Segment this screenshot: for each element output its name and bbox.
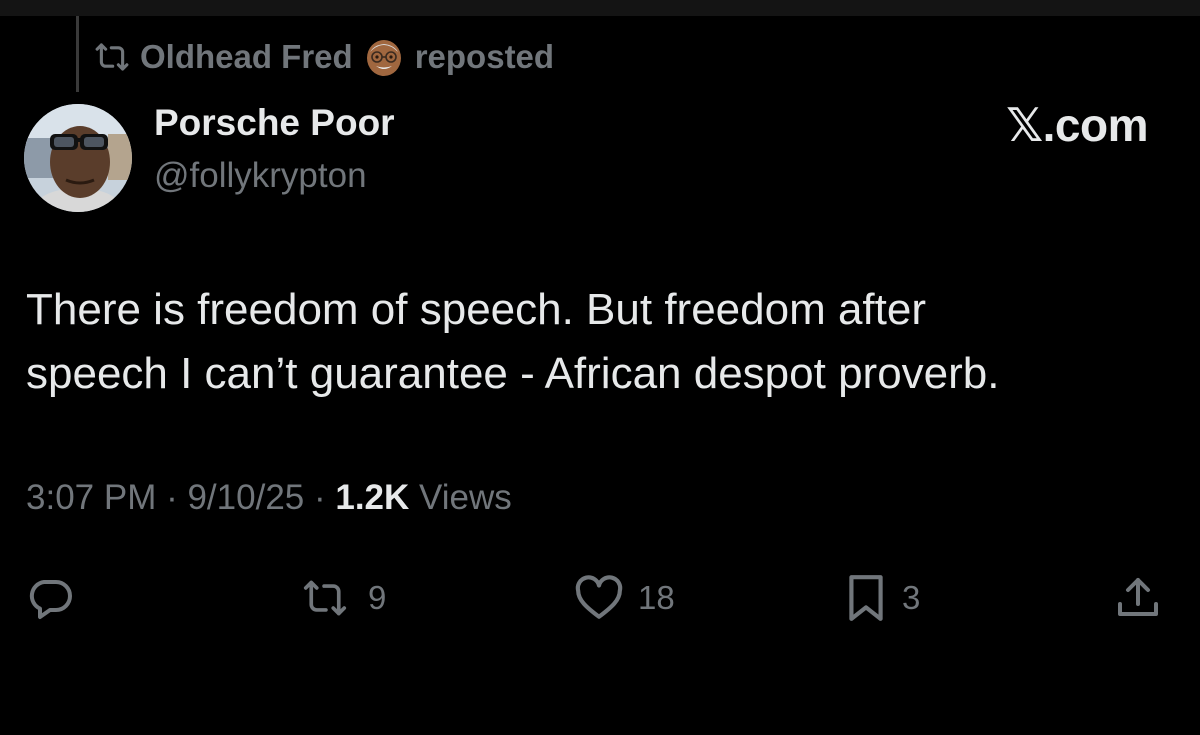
repost-icon	[296, 576, 354, 620]
tweet-text-line: There is freedom of speech. But freedom …	[26, 285, 927, 334]
repost-count: 9	[368, 579, 387, 616]
tweet-text-line: speech I can’t guarantee - African despo…	[26, 349, 1000, 398]
share-button[interactable]	[1114, 570, 1162, 626]
author-display-name[interactable]: Porsche Poor	[154, 102, 395, 144]
bookmark-button[interactable]: 3	[844, 570, 920, 626]
bookmark-count: 3	[902, 579, 921, 616]
tweet-meta: 3:07 PM · 9/10/25 · 1.2K Views	[26, 478, 512, 518]
tweet-action-bar: 9 18 3	[0, 570, 1200, 626]
repost-indicator[interactable]: Oldhead Fred reposted	[92, 36, 554, 78]
repost-button[interactable]: 9	[296, 570, 386, 626]
bookmark-icon	[844, 573, 888, 623]
repost-icon	[92, 40, 132, 74]
x-com-brand: 𝕏.com	[1006, 99, 1148, 151]
reposter-name[interactable]: Oldhead Fred	[140, 38, 353, 76]
tweet-text: There is freedom of speech. But freedom …	[26, 278, 1166, 406]
top-edge-strip	[0, 0, 1200, 16]
like-button[interactable]: 18	[574, 570, 675, 626]
tweet-date[interactable]: 9/10/25	[187, 478, 304, 517]
meta-separator: ·	[304, 478, 336, 517]
tweet-time[interactable]: 3:07 PM	[26, 478, 156, 517]
reply-button[interactable]	[26, 570, 74, 626]
thread-connector-line	[76, 16, 79, 92]
like-count: 18	[638, 579, 675, 616]
author-handle[interactable]: @follykrypton	[154, 156, 367, 196]
meta-separator: ·	[156, 478, 188, 517]
older-man-emoji-icon	[363, 36, 405, 78]
share-icon	[1114, 573, 1162, 623]
author-avatar[interactable]	[24, 104, 132, 212]
views-label: Views	[409, 478, 512, 517]
repost-action-label: reposted	[414, 38, 555, 75]
reply-icon	[26, 574, 74, 622]
heart-icon	[574, 575, 624, 621]
views-count: 1.2K	[335, 478, 410, 517]
